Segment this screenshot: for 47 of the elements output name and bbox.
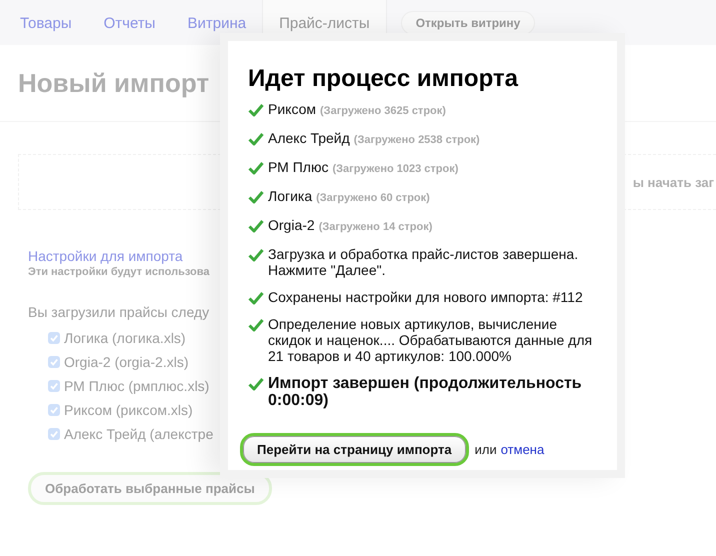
check-icon — [248, 377, 264, 391]
source-name: Алекс Трейд — [268, 130, 350, 146]
log-message: Сохранены настройки для нового импорта: #112 — [268, 289, 583, 305]
nav-tab[interactable]: Отчеты — [104, 15, 156, 45]
checkbox[interactable] — [48, 356, 60, 368]
open-store-button[interactable]: Открыть витрину — [400, 11, 536, 35]
nav-tab[interactable]: Витрина — [187, 15, 246, 45]
row-count: (Загружено 14 строк) — [318, 221, 432, 233]
file-label: Orgia-2 (orgia-2.xls) — [64, 354, 188, 370]
log-message: Определение новых артикулов, вычисление скидок и наценок.... Обрабатываются данные для 21 товаров и 40 артикулов: 100.000% — [268, 316, 594, 364]
import-complete-message: Импорт завершен (продолжительность 0:00:09) — [268, 375, 583, 409]
source-name: Orgia-2 — [268, 217, 315, 233]
page-title: Новый импорт — [18, 68, 210, 99]
check-icon — [248, 161, 264, 175]
source-name: Риксом — [268, 101, 316, 117]
file-label: Риксом (риксом.xls) — [64, 402, 193, 418]
cancel-link[interactable]: отмена — [500, 442, 544, 457]
row-count: (Загружено 1023 строк) — [332, 163, 458, 175]
checkbox[interactable] — [48, 428, 60, 440]
files-intro: Вы загрузили прайсы следу — [28, 304, 210, 320]
drop-zone-hint: ы начать заг — [632, 174, 714, 190]
nav-tab[interactable]: Товары — [20, 15, 72, 45]
check-icon — [248, 291, 264, 305]
settings-hint: Эти настройки будут использова — [28, 266, 210, 278]
log-message: Загрузка и обработка прайс-листов завершена. Нажмите "Далее". — [268, 246, 580, 278]
row-count: (Загружено 2538 строк) — [354, 134, 480, 146]
check-icon — [248, 248, 264, 262]
check-icon — [248, 103, 264, 117]
checkbox[interactable] — [48, 332, 60, 344]
checkbox[interactable] — [48, 380, 60, 392]
row-count: (Загружено 60 строк) — [316, 192, 430, 204]
check-icon — [248, 219, 264, 233]
row-count: (Загружено 3625 строк) — [320, 105, 446, 117]
checkbox[interactable] — [48, 404, 60, 416]
or-text: или — [474, 442, 497, 457]
settings-link[interactable]: Настройки для импорта — [28, 248, 183, 264]
check-icon — [248, 318, 264, 332]
source-name: РМ Плюс — [268, 159, 328, 175]
source-name: Логика — [268, 188, 312, 204]
file-label: Логика (логика.xls) — [64, 330, 186, 346]
check-icon — [248, 190, 264, 204]
check-icon — [248, 132, 264, 146]
file-label: РМ Плюс (рмплюс.xls) — [64, 378, 210, 394]
modal-title: Идет процесс импорта — [248, 65, 520, 93]
process-button[interactable]: Обработать выбранные прайсы — [28, 472, 272, 505]
go-to-import-button[interactable]: Перейти на страницу импорта — [240, 433, 469, 466]
file-label: Алекс Трейд (алекстре — [64, 426, 214, 442]
